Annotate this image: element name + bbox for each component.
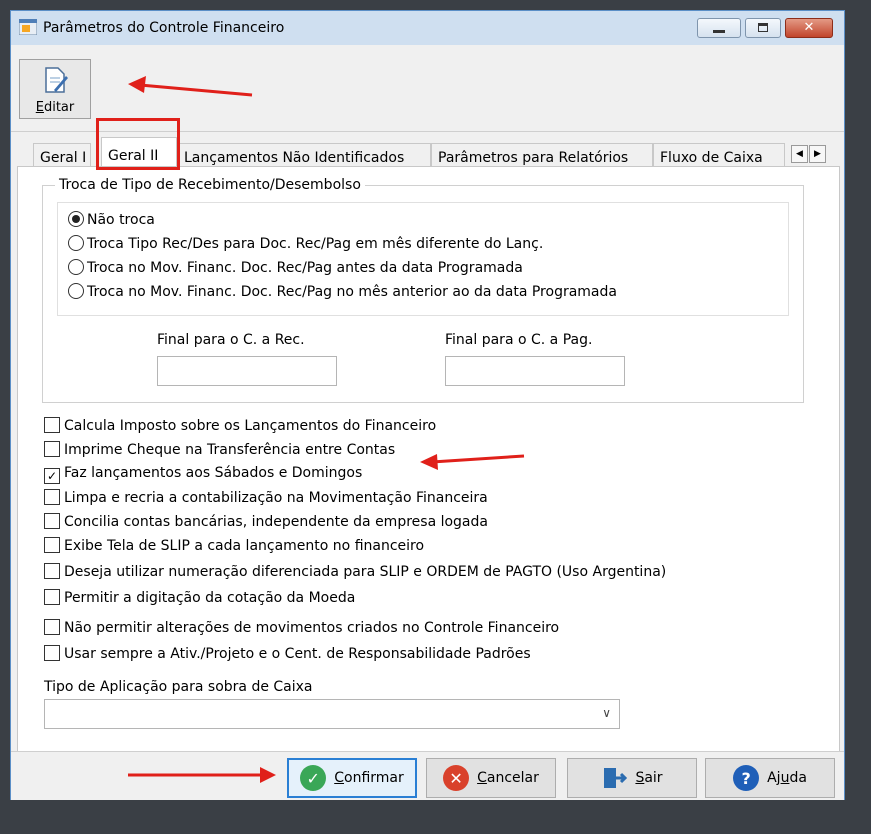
arrow-to-editar bbox=[139, 83, 253, 97]
arrowhead-icon bbox=[260, 767, 276, 783]
arrowhead-icon bbox=[420, 454, 438, 470]
arrow-to-sabados bbox=[431, 454, 525, 464]
arrowhead-icon bbox=[128, 76, 146, 93]
annotation-arrows bbox=[128, 76, 525, 783]
